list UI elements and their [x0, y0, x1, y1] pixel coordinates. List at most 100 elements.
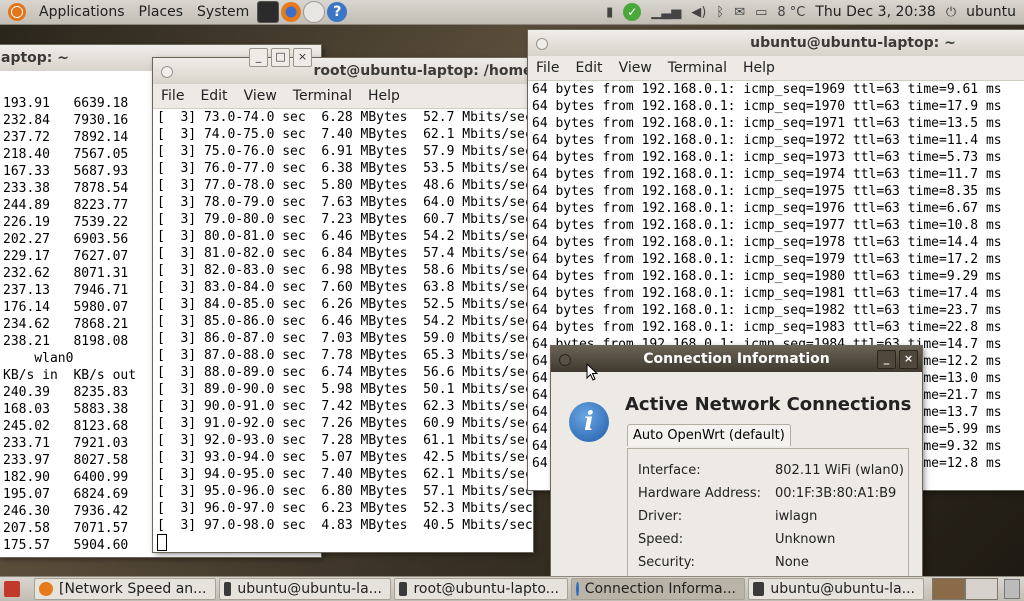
terminal-line: [ 3] 79.0-80.0 sec 7.23 MBytes 60.7 Mbit…	[157, 212, 533, 227]
dialog-body: i Active Network Connections Auto OpenWr…	[551, 372, 922, 576]
terminal-icon	[399, 582, 408, 596]
places-menu[interactable]: Places	[132, 4, 191, 20]
taskbar-item-terminal-1[interactable]: ubuntu@ubuntu-la...	[219, 578, 391, 600]
workspace-1[interactable]	[932, 578, 965, 600]
terminal-icon	[753, 582, 765, 596]
battery-icon[interactable]: ▮	[606, 5, 613, 20]
taskbar-item-label: root@ubuntu-lapto...	[413, 581, 559, 597]
interface-label: Interface:	[638, 463, 701, 478]
close-button[interactable]: ×	[899, 350, 918, 369]
help-launcher-icon[interactable]: ?	[327, 2, 348, 22]
terminal-line: [ 3] 85.0-86.0 sec 6.46 MBytes 54.2 Mbit…	[157, 314, 533, 329]
terminal-line: [ 3] 89.0-90.0 sec 5.98 MBytes 50.1 Mbit…	[157, 382, 533, 397]
top-panel: Applications Places System ? ▮ ✓ ▁▃▅ ◀) …	[0, 0, 1024, 25]
taskbar-item-firefox[interactable]: [Network Speed an...	[34, 578, 216, 600]
hardware-address-label: Hardware Address:	[638, 486, 762, 501]
taskbar-item-connection-info[interactable]: Connection Informa...	[571, 578, 745, 600]
bottom-panel: [Network Speed an... ubuntu@ubuntu-la...…	[0, 576, 1024, 601]
security-value: None	[775, 555, 809, 570]
terminal-line: [ 3] 92.0-93.0 sec 7.28 MBytes 61.1 Mbit…	[157, 433, 533, 448]
minimize-button[interactable]: _	[877, 350, 896, 369]
menu-file[interactable]: File	[153, 84, 192, 108]
menu-terminal[interactable]: Terminal	[285, 84, 360, 108]
dialog-title: Connection Information	[643, 351, 830, 367]
terminal-line: 64 bytes from 192.168.0.1: icmp_seq=1975…	[532, 184, 1002, 199]
taskbar-item-label: [Network Speed an...	[59, 581, 207, 597]
bluetooth-icon[interactable]: ᛒ	[716, 5, 724, 20]
menu-view[interactable]: View	[236, 84, 285, 108]
menu-file[interactable]: File	[528, 56, 567, 80]
clock[interactable]: Thu Dec 3, 20:38	[815, 4, 935, 20]
terminal-line: [ 3] 73.0-74.0 sec 6.28 MBytes 52.7 Mbit…	[157, 110, 533, 125]
mail-launcher-icon[interactable]	[303, 1, 326, 23]
ubuntu-logo-icon[interactable]	[8, 3, 26, 21]
system-menu[interactable]: System	[190, 4, 256, 20]
security-label: Security:	[638, 555, 695, 570]
panel-tray: ▮ ✓ ▁▃▅ ◀) ᛒ ✉ ▭ 8 °C Thu Dec 3, 20:38 ⏻…	[601, 0, 1024, 24]
close-button[interactable]: ×	[293, 48, 312, 67]
terminal-line: 64 bytes from 192.168.0.1: icmp_seq=1969…	[532, 82, 1002, 97]
connection-details-panel: Interface: 802.11 WiFi (wlan0) Hardware …	[627, 448, 909, 576]
network-signal-icon[interactable]: ▁▃▅	[651, 5, 681, 20]
terminal-icon	[224, 582, 232, 596]
dialog-titlebar[interactable]: Connection Information _ ×	[551, 346, 922, 372]
iperf-terminal-prompt[interactable]	[153, 534, 533, 551]
iperf-terminal-window[interactable]: root@ubuntu-laptop: /home File Edit View…	[153, 58, 533, 552]
power-icon[interactable]: ⏻	[946, 5, 956, 20]
ping-window-titlebar[interactable]: ubuntu@ubuntu-laptop: ~	[528, 30, 1024, 56]
show-desktop-icon[interactable]	[4, 581, 20, 597]
terminal-line: 64 bytes from 192.168.0.1: icmp_seq=1972…	[532, 133, 1002, 148]
menu-terminal[interactable]: Terminal	[660, 56, 735, 80]
minimize-button[interactable]: _	[249, 48, 268, 67]
driver-value: iwlagn	[775, 509, 818, 524]
menu-edit[interactable]: Edit	[192, 84, 235, 108]
terminal-line: [ 3] 87.0-88.0 sec 7.78 MBytes 65.3 Mbit…	[157, 348, 533, 363]
terminal-launcher-icon[interactable]	[257, 1, 280, 23]
terminal-line: [ 3] 90.0-91.0 sec 7.42 MBytes 62.3 Mbit…	[157, 399, 533, 414]
workspace-2[interactable]	[965, 578, 998, 600]
iperf-window-title: root@ubuntu-laptop: /home	[313, 63, 533, 79]
iperf-terminal-content[interactable]: [ 3] 73.0-74.0 sec 6.28 MBytes 52.7 Mbit…	[153, 109, 533, 534]
menu-edit[interactable]: Edit	[567, 56, 610, 80]
terminal-line: 64 bytes from 192.168.0.1: icmp_seq=1976…	[532, 201, 1002, 216]
interface-value: 802.11 WiFi (wlan0)	[775, 463, 904, 478]
taskbar-item-label: ubuntu@ubuntu-la...	[237, 581, 382, 597]
workspace-switcher	[932, 578, 998, 600]
menu-help[interactable]: Help	[735, 56, 783, 80]
weather-temperature[interactable]: 8 °C	[777, 5, 805, 20]
terminal-line: [ 3] 76.0-77.0 sec 6.38 MBytes 53.5 Mbit…	[157, 161, 533, 176]
terminal-line: [ 3] 75.0-76.0 sec 6.91 MBytes 57.9 Mbit…	[157, 144, 533, 159]
mail-indicator-icon[interactable]: ✉	[734, 5, 745, 20]
volume-icon[interactable]: ◀)	[691, 5, 706, 20]
menu-help[interactable]: Help	[360, 84, 408, 108]
terminal-line: [ 3] 96.0-97.0 sec 6.23 MBytes 52.3 Mbit…	[157, 501, 533, 516]
trash-icon[interactable]	[1004, 579, 1020, 599]
terminal-cursor	[157, 534, 167, 551]
window-menu-icon[interactable]	[536, 38, 548, 50]
terminal-line: [ 3] 78.0-79.0 sec 7.63 MBytes 64.0 Mbit…	[157, 195, 533, 210]
taskbar-item-label: ubuntu@ubuntu-la...	[770, 581, 915, 597]
menu-view[interactable]: View	[611, 56, 660, 80]
terminal-line: [ 3] 82.0-83.0 sec 6.98 MBytes 58.6 Mbit…	[157, 263, 533, 278]
taskbar-item-terminal-2[interactable]: ubuntu@ubuntu-la...	[748, 578, 924, 600]
user-name[interactable]: ubuntu	[966, 4, 1016, 20]
firefox-launcher-icon[interactable]	[281, 2, 302, 22]
terminal-line: 64 bytes from 192.168.0.1: icmp_seq=1979…	[532, 252, 1002, 267]
info-icon	[576, 582, 579, 596]
window-menu-icon[interactable]	[161, 66, 173, 78]
terminal-line: 64 bytes from 192.168.0.1: icmp_seq=1982…	[532, 303, 1002, 318]
terminal-line: 64 bytes from 192.168.0.1: icmp_seq=1978…	[532, 235, 1002, 250]
connection-information-dialog[interactable]: Connection Information _ × i Active Netw…	[551, 346, 922, 576]
tab-auto-openwrt[interactable]: Auto OpenWrt (default)	[627, 424, 791, 446]
mouse-pointer-icon	[586, 363, 598, 381]
terminal-line: 64 bytes from 192.168.0.1: icmp_seq=1971…	[532, 116, 1002, 131]
iperf-window-titlebar[interactable]: root@ubuntu-laptop: /home	[153, 58, 533, 84]
update-check-icon[interactable]: ✓	[623, 3, 642, 21]
applications-menu[interactable]: Applications	[32, 4, 132, 20]
maximize-button[interactable]: □	[271, 48, 290, 67]
window-menu-icon[interactable]	[559, 354, 571, 366]
taskbar-item-terminal-root[interactable]: root@ubuntu-lapto...	[394, 578, 568, 600]
terminal-line: 64 bytes from 192.168.0.1: icmp_seq=1974…	[532, 167, 1002, 182]
ping-window-title: ubuntu@ubuntu-laptop: ~	[750, 35, 956, 51]
speed-value: Unknown	[775, 532, 836, 547]
